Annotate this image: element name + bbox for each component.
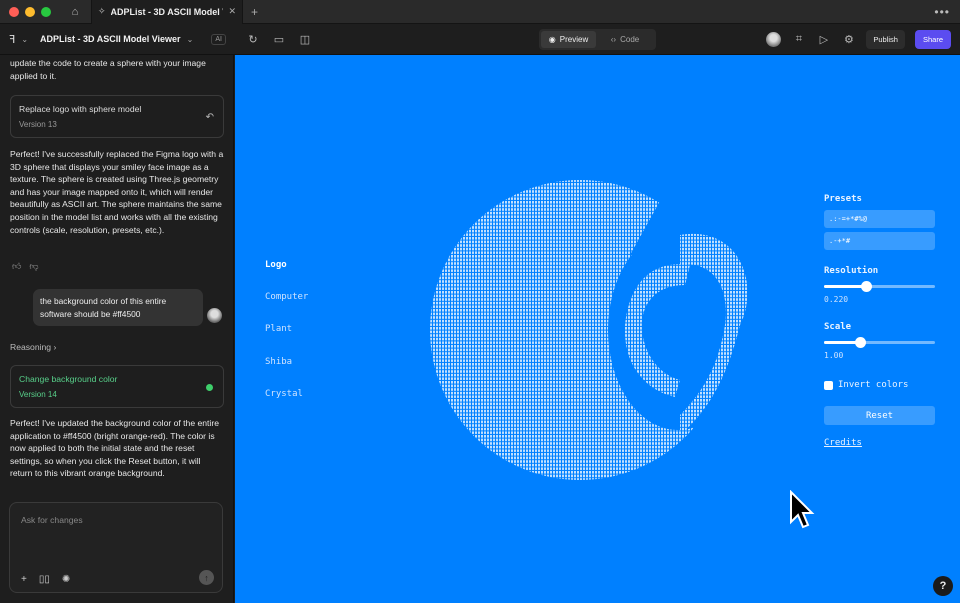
canvas-tools: ↻ ▭ ◫: [244, 33, 314, 46]
preset-button[interactable]: .-+*#: [824, 232, 935, 250]
reasoning-toggle[interactable]: Reasoning ›: [0, 342, 66, 352]
resolution-label: Resolution: [824, 266, 879, 276]
play-icon[interactable]: ▷: [816, 33, 831, 46]
tab-title: ADPList - 3D ASCII Model Viewer: [110, 6, 224, 17]
ai-badge[interactable]: AI: [211, 33, 226, 45]
refresh-icon[interactable]: ↻: [244, 33, 262, 46]
right-toolbar: ⌗ ▷ ⚙ Publish Share: [766, 24, 960, 55]
browser-tab-bar: ⌂ ✧ ADPList - 3D ASCII Model Viewer ✕ + …: [0, 0, 960, 24]
close-window-button[interactable]: [9, 6, 19, 17]
version-title: Replace logo with sphere model: [19, 104, 142, 114]
code-toggle[interactable]: ‹› Code: [596, 31, 654, 48]
version-number: Version 13: [19, 120, 57, 129]
slider-handle[interactable]: [854, 337, 866, 348]
model-item-shiba[interactable]: Shiba: [265, 357, 308, 389]
scale-value: 1.00: [824, 351, 844, 360]
sparkle-icon[interactable]: ✺: [62, 574, 70, 585]
help-button[interactable]: ?: [933, 576, 953, 596]
home-icon[interactable]: ⌂: [63, 0, 87, 24]
eye-icon: ◉: [548, 35, 556, 44]
mouse-pointer-icon: [790, 490, 815, 529]
publish-button[interactable]: Publish: [866, 30, 905, 49]
preset-button[interactable]: .:-=+*#%@: [824, 210, 935, 228]
credits-link[interactable]: Credits: [824, 438, 935, 448]
avatar[interactable]: [766, 32, 782, 47]
minimize-window-button[interactable]: [25, 6, 35, 17]
version-card-14[interactable]: Change background color Version 14: [10, 365, 224, 408]
chevron-down-icon[interactable]: ⌄: [21, 35, 28, 44]
plus-icon[interactable]: +: [21, 574, 27, 585]
close-tab-icon[interactable]: ✕: [228, 6, 236, 17]
thumbs-down-icon[interactable]: 👎︎: [29, 261, 38, 272]
slider-handle[interactable]: [861, 281, 873, 292]
more-options-icon[interactable]: •••: [934, 5, 950, 19]
new-tab-button[interactable]: +: [251, 5, 258, 19]
project-header: ꟻ ⌄ ADPList - 3D ASCII Model Viewer ⌄ AI: [0, 33, 234, 46]
revert-icon[interactable]: ↶: [206, 112, 214, 123]
split-view-icon[interactable]: ◫: [296, 33, 314, 46]
invert-colors-checkbox[interactable]: Invert colors: [824, 380, 935, 390]
maximize-window-button[interactable]: [41, 6, 51, 17]
preview-toggle[interactable]: ◉ Preview: [541, 31, 596, 48]
model-list: Logo Computer Plant Shiba Crystal: [265, 260, 308, 421]
thumbs-up-icon[interactable]: 👍︎: [12, 261, 21, 272]
chat-sidebar: update the code to create a sphere with …: [0, 55, 234, 603]
sparkle-icon: ✧: [98, 6, 106, 16]
chevron-right-icon: ›: [53, 342, 57, 352]
project-name[interactable]: ADPList - 3D ASCII Model Viewer: [40, 34, 181, 44]
code-icon: ‹›: [610, 35, 617, 44]
send-button[interactable]: ↑: [199, 570, 214, 585]
gear-icon[interactable]: ⚙: [841, 33, 856, 46]
checkbox-box[interactable]: [824, 380, 833, 390]
assistant-message: Perfect! I've successfully replaced the …: [10, 149, 224, 235]
assistant-message: Perfect! I've updated the background col…: [10, 418, 219, 479]
model-item-computer[interactable]: Computer: [265, 292, 308, 324]
project-chevron-icon[interactable]: ⌄: [187, 35, 194, 44]
assistant-message-intro: update the code to create a sphere with …: [10, 58, 206, 81]
panel-layout-icon[interactable]: ▭: [270, 33, 288, 46]
reasoning-label: Reasoning: [10, 342, 52, 352]
feedback-buttons: 👍︎ 👎︎: [0, 261, 51, 272]
scale-label: Scale: [824, 322, 852, 332]
chat-input-placeholder: Ask for changes: [21, 515, 83, 525]
preview-label: Preview: [559, 35, 589, 44]
chat-input[interactable]: Ask for changes + ▯▯ ✺ ↑: [9, 502, 223, 593]
version-title: Change background color: [19, 374, 118, 384]
user-message: the background color of this entire soft…: [33, 289, 203, 326]
figma-logo-icon[interactable]: ꟻ: [9, 33, 15, 46]
user-avatar: [207, 308, 222, 323]
view-toggle: ◉ Preview ‹› Code: [539, 29, 656, 50]
version-card-13[interactable]: Replace logo with sphere model Version 1…: [10, 95, 224, 138]
scale-slider[interactable]: [824, 337, 935, 348]
code-label: Code: [620, 35, 640, 44]
preview-canvas: Logo Computer Plant Shiba Crystal Presets .:…: [235, 55, 960, 603]
ascii-logo-render: [430, 165, 760, 505]
presets-label: Presets: [824, 194, 862, 204]
version-number: Version 14: [19, 390, 57, 399]
book-icon[interactable]: ▯▯: [39, 574, 50, 585]
scan-icon[interactable]: ⌗: [791, 33, 806, 46]
preset-list: .:-=+*#%@ .-+*#: [824, 210, 935, 250]
active-status-dot: [206, 384, 213, 391]
controls-panel: Presets .:-=+*#%@ .-+*# Resolution 0.220 …: [824, 194, 935, 448]
reset-button[interactable]: Reset: [824, 406, 935, 425]
resolution-value: 0.220: [824, 295, 849, 304]
model-item-plant[interactable]: Plant: [265, 324, 308, 356]
invert-label: Invert colors: [838, 380, 909, 390]
tab-adplist[interactable]: ✧ ADPList - 3D ASCII Model Viewer ✕: [91, 0, 243, 24]
model-item-crystal[interactable]: Crystal: [265, 389, 308, 421]
window-controls: [9, 6, 51, 17]
share-button[interactable]: Share: [914, 30, 951, 49]
model-item-logo[interactable]: Logo: [265, 260, 308, 292]
input-actions: + ▯▯ ✺: [21, 574, 70, 585]
resolution-slider[interactable]: [824, 281, 935, 292]
